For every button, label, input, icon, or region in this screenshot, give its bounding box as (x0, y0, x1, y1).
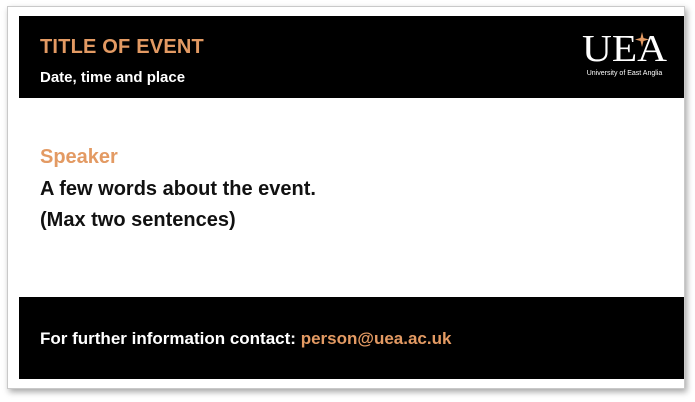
contact-label: For further information contact: (40, 329, 296, 348)
uea-logo: UEA University of East Anglia (582, 28, 667, 84)
uea-logo-caption: University of East Anglia (586, 70, 663, 77)
event-slide: TITLE OF EVENT Date, time and place UEA … (7, 6, 685, 389)
event-title: TITLE OF EVENT (40, 36, 204, 58)
event-description-line-1: A few words about the event. (40, 178, 316, 200)
event-date-time-place: Date, time and place (40, 69, 186, 86)
event-description: A few words about the event. (Max two se… (40, 174, 316, 236)
speaker-label: Speaker (40, 146, 118, 168)
uea-logo-mark: UEA (582, 28, 667, 66)
footer-band: For further information contact: person@… (19, 297, 684, 379)
event-description-line-2: (Max two sentences) (40, 209, 236, 231)
uea-logo-text: UEA (582, 28, 667, 66)
contact-info: For further information contact: person@… (40, 329, 451, 349)
contact-email-link[interactable]: person@uea.ac.uk (301, 329, 452, 348)
header-band: TITLE OF EVENT Date, time and place UEA … (19, 16, 684, 98)
